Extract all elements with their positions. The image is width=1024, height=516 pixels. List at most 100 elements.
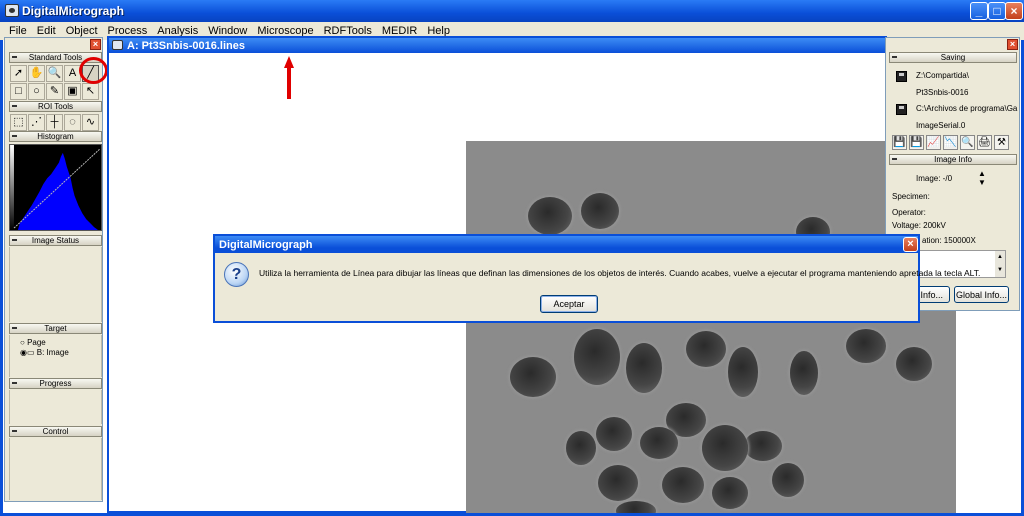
- save-icon[interactable]: 💾: [892, 135, 907, 150]
- menu-edit[interactable]: Edit: [32, 25, 61, 37]
- standard-tools-title: Standard Tools: [28, 53, 83, 62]
- dialog-close-icon[interactable]: ×: [903, 237, 918, 252]
- zoom-tool-icon[interactable]: 🔍: [46, 65, 63, 82]
- nanoparticle: [702, 425, 748, 471]
- histogram-title: Histogram: [37, 132, 74, 141]
- save-all-icon[interactable]: 💾: [909, 135, 924, 150]
- dialog-titlebar[interactable]: DigitalMicrograph: [215, 236, 918, 253]
- tools-icon[interactable]: ⚒: [994, 135, 1009, 150]
- close-button[interactable]: ×: [1005, 2, 1023, 20]
- nanoparticle: [772, 463, 804, 497]
- roi-rect-icon[interactable]: ⬚: [10, 114, 27, 131]
- dialog-message: Utiliza la herramienta de Línea para dib…: [259, 268, 981, 278]
- roi-curve-icon[interactable]: ∿: [82, 114, 99, 131]
- nanoparticle: [896, 347, 932, 381]
- save-path-2: C:\Archivos de programa\Ga: [916, 104, 1018, 113]
- image-window-icon: [112, 40, 123, 50]
- progress-body: [9, 390, 102, 424]
- target-image-radio[interactable]: ◉▭ B: Image: [20, 348, 69, 357]
- image-info-header[interactable]: Image Info: [889, 154, 1017, 165]
- roi-tools-title: ROI Tools: [38, 102, 73, 111]
- progress-header[interactable]: Progress: [9, 378, 102, 389]
- app-title: DigitalMicrograph: [22, 4, 125, 18]
- roi-tools-header[interactable]: ROI Tools: [9, 101, 102, 112]
- floating-tools-panel: × Standard Tools ➚ ✋ 🔍 A ╱ □ ○ ✎ ▣ ↖ ROI…: [4, 37, 103, 502]
- save-path-disk-icon[interactable]: [896, 71, 907, 82]
- minimize-button[interactable]: _: [970, 2, 988, 20]
- saving-header[interactable]: Saving: [889, 52, 1017, 63]
- nanoparticle: [790, 351, 818, 395]
- nanoparticle: [574, 329, 620, 385]
- nanoparticle: [626, 343, 662, 393]
- image-window-titlebar[interactable]: A: Pt3Snbis-0016.lines: [109, 38, 885, 53]
- image-window-title: A: Pt3Snbis-0016.lines: [127, 39, 245, 52]
- nanoparticle: [510, 357, 556, 397]
- specimen-label: Specimen:: [892, 192, 930, 201]
- target-image-label: B: Image: [36, 348, 69, 357]
- image-info-title: Image Info: [934, 155, 972, 164]
- maximize-button[interactable]: □: [988, 2, 1006, 20]
- image-info-tool-icon[interactable]: ▣: [64, 83, 81, 100]
- image-status-title: Image Status: [31, 236, 80, 245]
- save-path-1: Z:\Compartida\: [916, 71, 969, 80]
- roi-point-icon[interactable]: ┼: [46, 114, 63, 131]
- save-path-2-disk-icon[interactable]: [896, 104, 907, 115]
- nanoparticle: [566, 431, 596, 465]
- image-stepper-icon[interactable]: ▲ ▼: [976, 169, 988, 187]
- question-icon: ?: [224, 262, 249, 287]
- message-dialog: DigitalMicrograph × ? Utiliza la herrami…: [213, 234, 980, 323]
- print-icon[interactable]: 🖨: [977, 135, 992, 150]
- nanoparticle: [712, 477, 748, 509]
- rectangle-tool-icon[interactable]: □: [10, 83, 27, 100]
- save-name-1: Pt3Snbis-0016: [916, 88, 969, 97]
- target-page-label: Page: [27, 338, 46, 347]
- cursor-tool-icon[interactable]: ↖: [82, 83, 99, 100]
- magnification-label: ation: 150000X: [922, 236, 976, 245]
- image-counter: Image: -/0: [916, 174, 953, 183]
- chart-up-icon[interactable]: 📈: [926, 135, 941, 150]
- oval-tool-icon[interactable]: ○: [28, 83, 45, 100]
- right-panel-close-icon[interactable]: ×: [1007, 39, 1018, 50]
- nanoparticle: [596, 417, 632, 451]
- menu-file[interactable]: File: [4, 25, 32, 37]
- pointer-tool-icon[interactable]: ➚: [10, 65, 27, 82]
- histogram-gradient: [10, 145, 14, 230]
- nanoparticle: [846, 329, 886, 363]
- control-body: [9, 438, 102, 500]
- tem-image[interactable]: [466, 141, 956, 513]
- histogram-header[interactable]: Histogram: [9, 131, 102, 142]
- app-titlebar[interactable]: DigitalMicrograph _ □ ×: [0, 0, 1024, 22]
- target-page-radio[interactable]: ○ Page: [20, 338, 46, 347]
- image-status-body: [9, 247, 102, 322]
- control-title: Control: [42, 427, 69, 436]
- inspect-icon[interactable]: 🔍: [960, 135, 975, 150]
- progress-title: Progress: [39, 379, 72, 388]
- nanoparticle: [662, 467, 704, 503]
- nanoparticle: [686, 331, 726, 367]
- nanoparticle: [640, 427, 678, 459]
- operator-label: Operator:: [892, 208, 926, 217]
- image-status-header[interactable]: Image Status: [9, 235, 102, 246]
- target-header[interactable]: Target: [9, 323, 102, 334]
- dialog-title: DigitalMicrograph: [219, 238, 313, 251]
- accept-button[interactable]: Aceptar: [540, 295, 598, 313]
- histogram-plot[interactable]: [9, 144, 102, 231]
- annotation-red-circle: [79, 57, 108, 84]
- roi-lasso-icon[interactable]: ◌: [64, 114, 81, 131]
- tools-panel-close-icon[interactable]: ×: [90, 39, 101, 50]
- nanoparticle: [528, 197, 572, 235]
- nanoparticle: [616, 501, 656, 513]
- chart-down-icon[interactable]: 📉: [943, 135, 958, 150]
- wand-tool-icon[interactable]: ✎: [46, 83, 63, 100]
- nanoparticle: [598, 465, 638, 501]
- hand-tool-icon[interactable]: ✋: [28, 65, 45, 82]
- menu-object[interactable]: Object: [61, 25, 103, 37]
- global-info-button[interactable]: Global Info...: [954, 286, 1009, 303]
- control-header[interactable]: Control: [9, 426, 102, 437]
- app-icon: [5, 4, 19, 17]
- roi-line-icon[interactable]: ⋰: [28, 114, 45, 131]
- save-name-2: ImageSerial.0: [916, 121, 966, 130]
- voltage-label: Voltage: 200kV: [892, 221, 946, 230]
- nanoparticle: [744, 431, 782, 461]
- notes-scrollbar[interactable]: ▲ ▼: [995, 251, 1005, 277]
